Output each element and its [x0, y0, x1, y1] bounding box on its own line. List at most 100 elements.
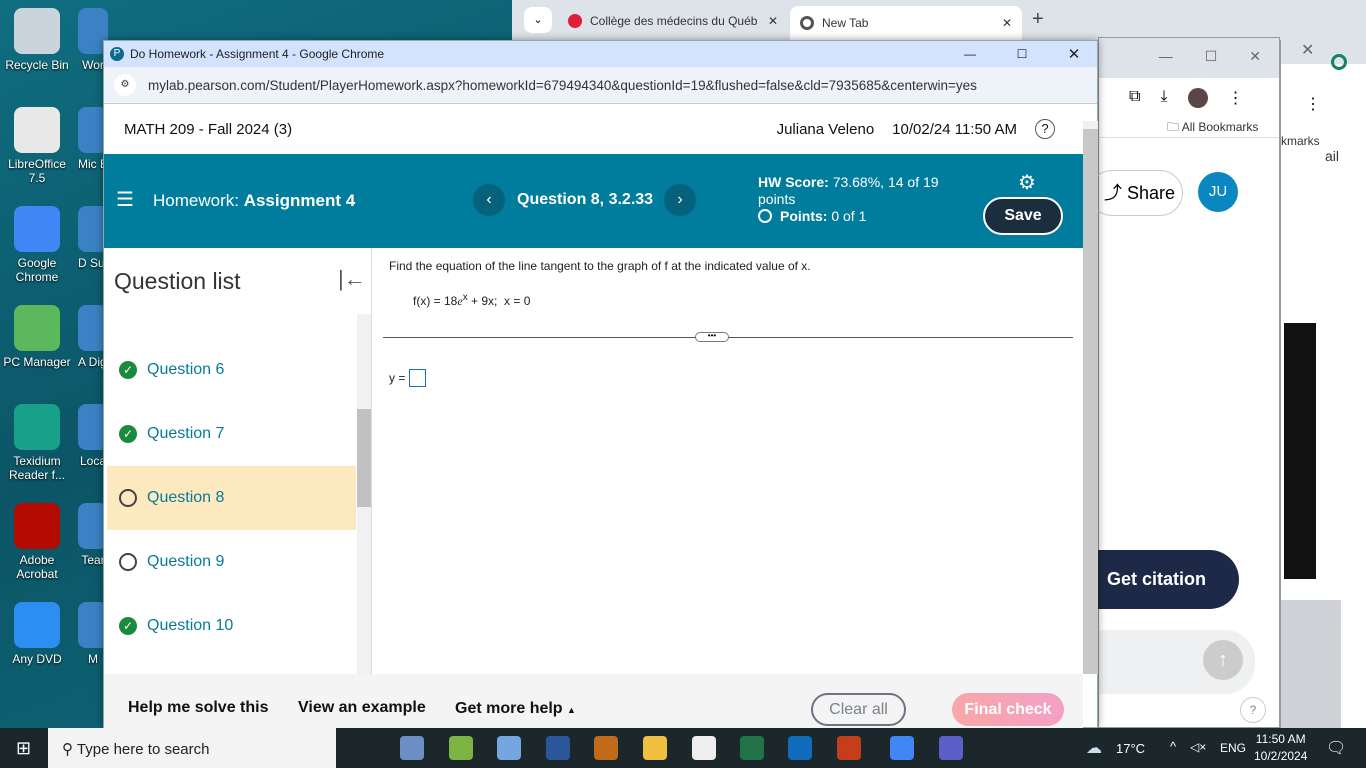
- powerpoint-icon[interactable]: [837, 736, 861, 760]
- volume-icon[interactable]: ◁×: [1190, 740, 1206, 754]
- new-tab-button[interactable]: +: [1032, 8, 1044, 31]
- clear-all-button[interactable]: Clear all: [811, 693, 906, 726]
- empty-circle-icon: [119, 553, 137, 571]
- desktop-icon[interactable]: PC Manager: [0, 305, 74, 369]
- help-icon[interactable]: ?: [1035, 119, 1055, 139]
- windows-start-icon[interactable]: ⊞: [16, 738, 31, 759]
- pearson-icon: P: [110, 47, 124, 61]
- check-circle-icon: ✓: [119, 425, 137, 443]
- question-list-item[interactable]: Question 9: [107, 530, 356, 594]
- footer-bar: Help me solve this View an example Get m…: [104, 674, 1083, 729]
- homework-window: P Do Homework - Assignment 4 - Google Ch…: [103, 40, 1266, 729]
- social-bar: [1284, 323, 1316, 579]
- music-icon[interactable]: [449, 736, 473, 760]
- site-info-icon[interactable]: ⚙: [114, 74, 136, 96]
- answer-input[interactable]: [409, 369, 426, 387]
- title-bar: P Do Homework - Assignment 4 - Google Ch…: [104, 41, 1097, 67]
- question-list-item[interactable]: Question 8: [107, 466, 356, 530]
- back-browser-tabstrip: ⌄ Collège des médecins du Québ ✕ New Tab…: [512, 0, 1366, 40]
- desktop-icon[interactable]: Adobe Acrobat: [0, 503, 74, 581]
- app-icon: [14, 602, 60, 648]
- clock[interactable]: 11:50 AM 10/2/2024: [1254, 731, 1307, 765]
- minimize-button[interactable]: —: [947, 47, 993, 61]
- question-list-scrollbar[interactable]: [357, 314, 371, 674]
- taskbar: ⊞ ⚲ Type here to search ☁ 17°C ^ ◁× ENG …: [0, 728, 1366, 768]
- excel-icon[interactable]: [740, 736, 764, 760]
- question-list-item[interactable]: ✓ Question 7: [107, 402, 356, 466]
- r-studio-icon[interactable]: [400, 736, 424, 760]
- maximize-icon[interactable]: ☐: [1205, 48, 1218, 78]
- page-scrollbar[interactable]: [1083, 121, 1098, 674]
- file-explorer-icon[interactable]: [643, 736, 667, 760]
- folder-icon: 🗀: [1167, 120, 1182, 134]
- points-status-icon: [758, 209, 772, 223]
- collapse-panel-icon[interactable]: |←: [338, 266, 366, 292]
- maximize-button[interactable]: ☐: [999, 47, 1045, 61]
- back-window-1: — ☐ ✕ ⧉ ⤓ ⋮ 🗀 All Bookmarks ⤴ Share JU Get …: [1089, 37, 1316, 728]
- r-icon[interactable]: [497, 736, 521, 760]
- app-icon: [14, 404, 60, 450]
- course-header: MATH 209 - Fall 2024 (3) Juliana Veleno …: [104, 104, 1097, 154]
- app-icon: [14, 8, 60, 54]
- get-citation-button[interactable]: Get citation: [1097, 550, 1239, 609]
- final-check-button[interactable]: Final check: [952, 693, 1064, 726]
- problem-function: f(x) = 18ex + 9x; x = 0: [413, 292, 531, 308]
- task-view-icon[interactable]: [355, 736, 379, 760]
- app-icon: [14, 107, 60, 153]
- desktop-icon[interactable]: Recycle Bin: [0, 8, 74, 72]
- get-more-help-button[interactable]: Get more help ▲: [455, 700, 576, 718]
- help-circle-icon[interactable]: ?: [1240, 697, 1266, 723]
- previous-question-button[interactable]: ‹: [473, 184, 505, 216]
- close-icon[interactable]: ✕: [1002, 16, 1012, 30]
- chrome-icon[interactable]: [890, 736, 914, 760]
- close-icon[interactable]: ✕: [1249, 48, 1261, 78]
- weather-icon: ☁: [1086, 740, 1102, 757]
- scroll-up-button[interactable]: ↑: [1203, 640, 1243, 680]
- question-list-panel: Question list |← ✓ Question 6 ✓ Question 7Q…: [104, 248, 372, 674]
- address-bar[interactable]: ⚙ mylab.pearson.com/Student/PlayerHomewo…: [104, 67, 1097, 104]
- word-icon[interactable]: [546, 736, 570, 760]
- save-button[interactable]: Save: [983, 197, 1063, 235]
- menu-icon[interactable]: ⋮: [1228, 88, 1244, 108]
- desktop-icon[interactable]: LibreOffice 7.5: [0, 107, 74, 185]
- download-icon[interactable]: ⤓: [1160, 88, 1167, 108]
- tab-cmq[interactable]: Collège des médecins du Québ ✕: [558, 6, 788, 36]
- close-button[interactable]: ✕: [1051, 45, 1097, 63]
- question-list-title: Question list: [114, 268, 241, 294]
- view-example-button[interactable]: View an example: [298, 699, 426, 717]
- desktop-icon[interactable]: Any DVD: [0, 602, 74, 666]
- app-icon[interactable]: [594, 736, 618, 760]
- close-icon[interactable]: ✕: [1281, 40, 1366, 64]
- menu-icon[interactable]: ⋮: [1305, 94, 1321, 114]
- tab-new-tab[interactable]: New Tab ✕: [790, 6, 1022, 40]
- grammarly-icon: [1331, 54, 1347, 70]
- problem-prompt: Find the equation of the line tangent to…: [389, 259, 811, 273]
- desktop-icon[interactable]: Texidium Reader f...: [0, 404, 74, 482]
- question-list-item[interactable]: ✓ Question 6: [107, 338, 356, 402]
- outlook-icon[interactable]: [788, 736, 812, 760]
- teams-icon[interactable]: [939, 736, 963, 760]
- taskbar-search[interactable]: ⚲ Type here to search: [48, 728, 336, 768]
- user-avatar[interactable]: JU: [1198, 172, 1238, 212]
- all-bookmarks[interactable]: 🗀 All Bookmarks: [1099, 108, 1279, 138]
- chrome-icon: [800, 16, 814, 30]
- share-button[interactable]: ⤴ Share: [1089, 170, 1183, 216]
- tray-chevron-icon[interactable]: ^: [1170, 739, 1176, 754]
- hamburger-menu-icon[interactable]: ☰: [116, 187, 134, 212]
- question-list-item[interactable]: ✓ Question 10: [107, 594, 356, 658]
- extensions-icon[interactable]: ⧉: [1129, 88, 1140, 108]
- help-me-solve-button[interactable]: Help me solve this: [128, 699, 269, 717]
- profile-avatar[interactable]: [1187, 88, 1208, 108]
- notifications-icon[interactable]: 🗨: [1326, 738, 1346, 758]
- desktop-icon[interactable]: Google Chrome: [0, 206, 74, 284]
- app-icon: [14, 206, 60, 252]
- tab-search-button[interactable]: ⌄: [524, 7, 552, 33]
- close-icon[interactable]: ✕: [768, 14, 778, 28]
- next-question-button[interactable]: ›: [664, 184, 696, 216]
- settings-gear-icon[interactable]: ⚙: [1018, 170, 1036, 195]
- minimize-icon[interactable]: —: [1159, 48, 1173, 78]
- expand-button[interactable]: •••: [695, 332, 729, 342]
- dark-panel: [1281, 600, 1341, 728]
- store-icon[interactable]: [692, 736, 716, 760]
- homework-band: ☰ Homework: Assignment 4 ‹ Question 8, 3…: [104, 154, 1097, 248]
